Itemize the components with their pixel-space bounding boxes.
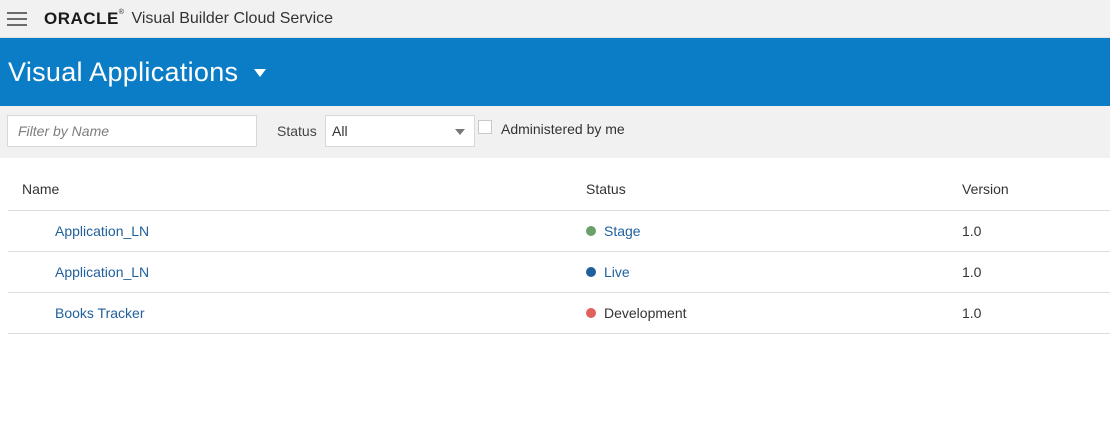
version-value: 1.0 (962, 264, 982, 280)
filter-bar: Status All Administered by me (0, 106, 1110, 158)
table-row: Application_LN Live 1.0 (8, 252, 1110, 293)
application-name-link[interactable]: Application_LN (55, 264, 149, 280)
version-value: 1.0 (962, 305, 982, 321)
status-text: Development (604, 305, 687, 321)
application-name-link[interactable]: Books Tracker (55, 305, 144, 321)
oracle-logo: ORACLE® (44, 8, 125, 28)
status-dot-icon (586, 267, 596, 277)
service-name: Visual Builder Cloud Service (131, 9, 334, 27)
status-select[interactable]: All (325, 115, 475, 147)
status-dot-icon (586, 226, 596, 236)
chevron-down-icon (455, 129, 465, 135)
version-value: 1.0 (962, 223, 982, 239)
title-dropdown-caret-icon[interactable] (254, 69, 267, 77)
filter-by-name-input[interactable] (7, 115, 257, 147)
administered-by-me-label[interactable]: Administered by me (501, 121, 625, 137)
column-header-name[interactable]: Name (22, 168, 59, 210)
page-title: Visual Applications (8, 56, 239, 87)
applications-table: Name Status Version Application_LN Stage… (8, 168, 1110, 334)
column-header-version[interactable]: Version (962, 168, 1009, 210)
table-row: Application_LN Stage 1.0 (8, 211, 1110, 252)
status-link[interactable]: Stage (604, 223, 641, 239)
table-header-row: Name Status Version (8, 168, 1110, 211)
page-banner: Visual Applications (0, 38, 1110, 106)
status-select-value: All (332, 123, 348, 139)
table-row: Books Tracker Development 1.0 (8, 293, 1110, 334)
application-name-link[interactable]: Application_LN (55, 223, 149, 239)
column-header-status[interactable]: Status (586, 168, 626, 210)
status-dot-icon (586, 308, 596, 318)
administered-by-me-checkbox[interactable] (478, 120, 492, 134)
status-link[interactable]: Live (604, 264, 630, 280)
top-bar: ORACLE® Visual Builder Cloud Service (0, 0, 1110, 38)
hamburger-menu-icon[interactable] (7, 11, 27, 26)
status-filter-label: Status (277, 123, 317, 139)
